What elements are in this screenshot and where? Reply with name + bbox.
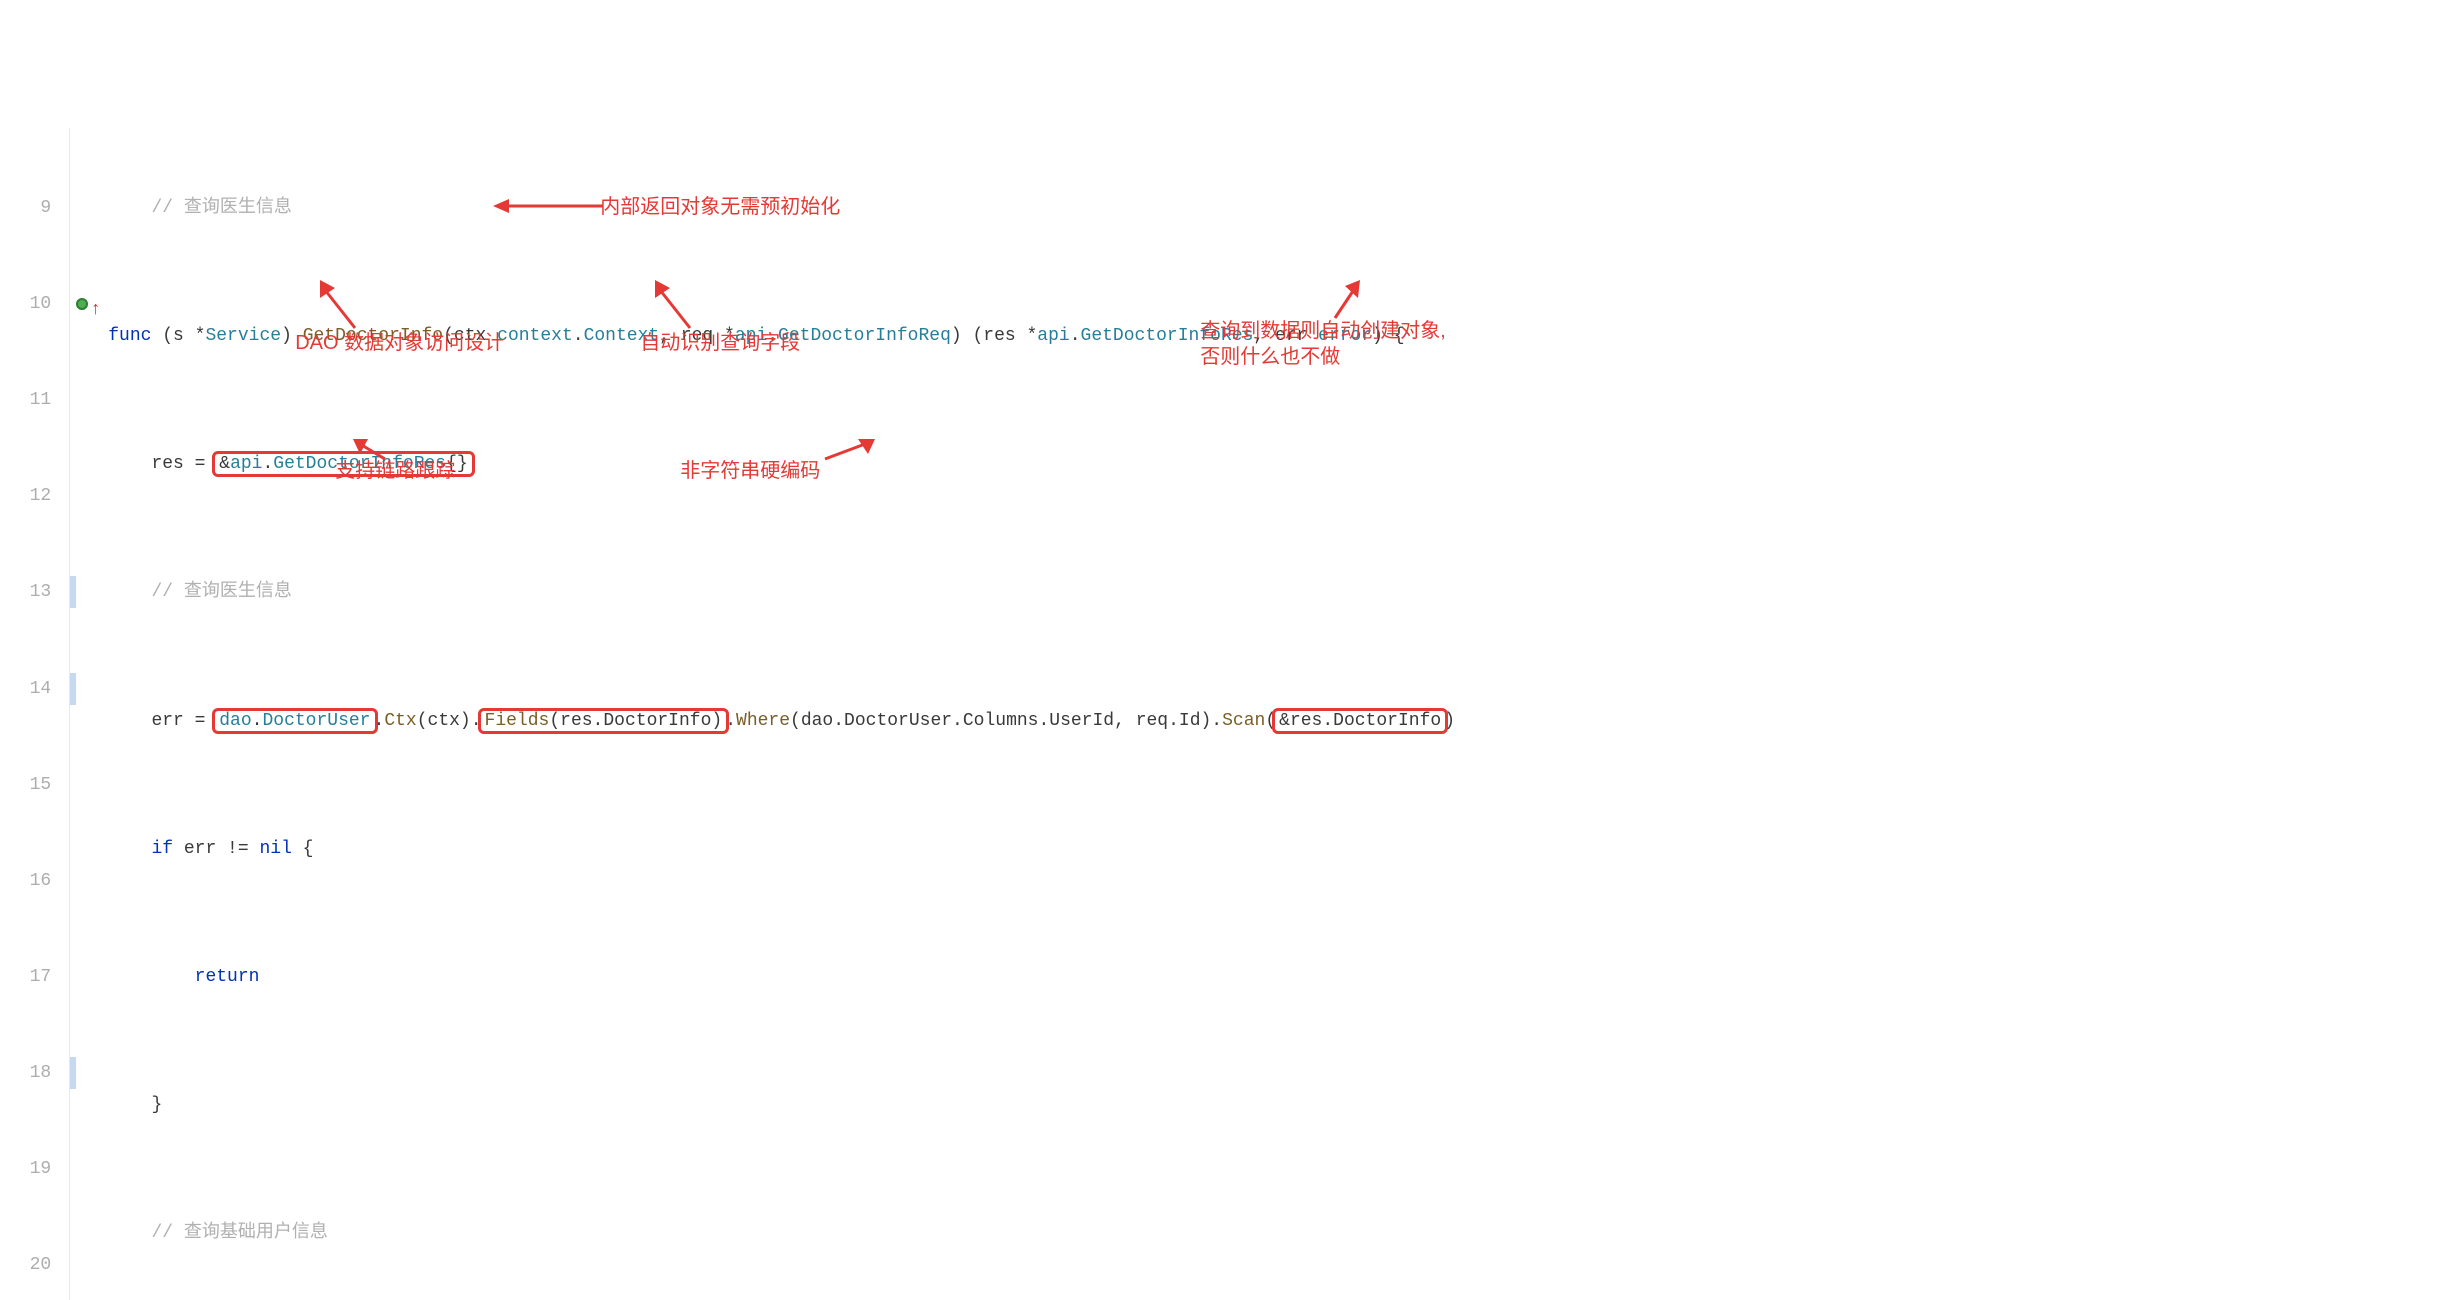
code-line-9: // 查询医生信息 [108,192,1455,224]
line-number: 20 [8,1249,51,1281]
code-line-14: if err != nil { [108,833,1455,865]
code-line-17: // 查询基础用户信息 [108,1217,1455,1249]
line-number: 19 [8,1153,51,1185]
line-number: 17 [8,961,51,993]
highlight-box-dao: dao.DoctorUser [212,708,377,734]
modified-marker [70,673,76,705]
line-number: 15 [8,769,51,801]
gutter-markers: ↑ [70,128,100,1300]
line-number: 13 [8,576,51,608]
modified-marker [70,576,76,608]
modified-marker [70,1057,76,1089]
line-number: 9 [8,192,51,224]
code-line-10: func (s *Service) GetDoctorInfo(ctx cont… [108,320,1455,352]
highlight-box-scan: &res.DoctorInfo [1272,708,1448,734]
line-number: 16 [8,865,51,897]
line-number-gutter: 9 10 11 12 13 14 15 16 17 18 19 20 21 [0,128,70,1300]
code-line-13: err = dao.DoctorUser.Ctx(ctx).Fields(res… [108,705,1455,737]
code-line-12: // 查询医生信息 [108,576,1455,608]
line-number: 11 [8,384,51,416]
code-area[interactable]: // 查询医生信息 func (s *Service) GetDoctorInf… [100,128,1455,1300]
highlight-box-return-init: &api.GetDoctorInfoRes{} [212,451,474,477]
code-line-16: } [108,1089,1455,1121]
line-number: 12 [8,480,51,512]
line-number: 10 [8,288,51,320]
breakpoint-icon[interactable] [76,298,88,310]
arrow-icon [1330,278,1370,323]
code-line-15: return [108,961,1455,993]
line-number: 18 [8,1057,51,1089]
code-line-11: res = &api.GetDoctorInfoRes{} [108,448,1455,480]
line-number: 14 [8,673,51,705]
code-editor: 9 10 11 12 13 14 15 16 17 18 19 20 21 ↑ … [0,128,2464,1300]
highlight-box-fields: Fields(res.DoctorInfo) [478,708,730,734]
